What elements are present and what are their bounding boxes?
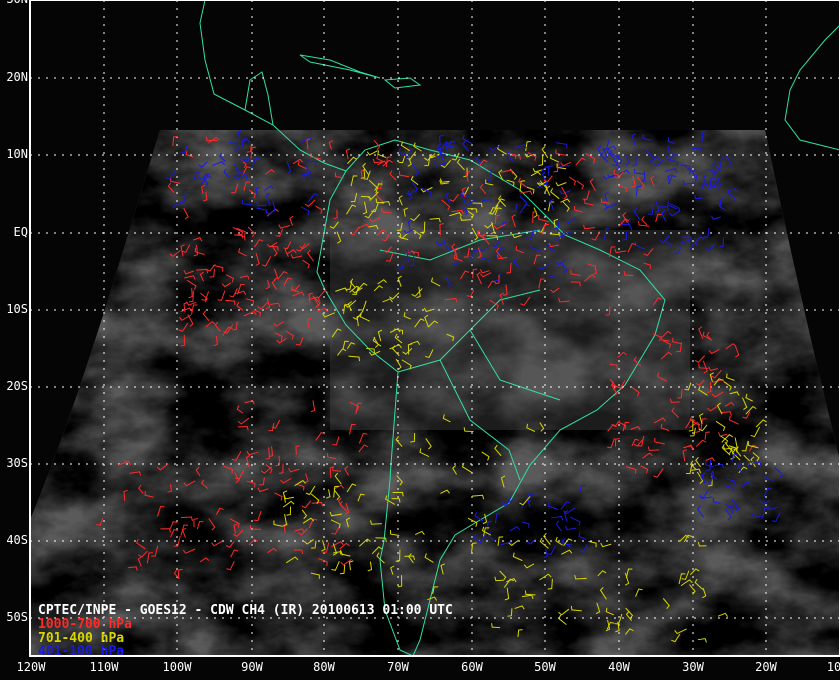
lat-label: 20S (6, 379, 28, 393)
lat-label: 20N (6, 70, 28, 84)
lon-label: 40W (608, 660, 630, 674)
lon-label: 110W (89, 660, 119, 674)
satellite-wind-map: 30N 20N 10N EQ 10S 20S 30S 40S 50S 120W 110W 100W 9… (0, 0, 840, 680)
coastline-cuba (299, 54, 381, 79)
coastline-africa (784, 24, 840, 151)
lat-label: EQ (13, 225, 28, 239)
legend-high-level: 401-100 hPa (38, 644, 125, 659)
lat-label: 10N (6, 147, 28, 161)
lon-label: 70W (387, 660, 409, 674)
lat-label: 50S (6, 610, 28, 624)
lon-label: 20W (755, 660, 777, 674)
satellite-image (30, 130, 840, 656)
lon-label: 90W (241, 660, 263, 674)
lon-label: 80W (313, 660, 335, 674)
lat-label: 10S (6, 302, 28, 316)
map-title: CPTEC/INPE - GOES12 - CDW CH4 (IR) 20100… (38, 603, 453, 618)
lon-label: 10 (826, 660, 840, 674)
legend-low-level: 1000-700 hPa (38, 617, 132, 632)
lon-label: 50W (534, 660, 556, 674)
map-canvas (29, 0, 840, 657)
lon-label: 100W (162, 660, 192, 674)
lon-label: 60W (461, 660, 483, 674)
coastline-hispaniola (383, 77, 422, 89)
lat-label: 40S (6, 533, 28, 547)
lat-label: 30S (6, 456, 28, 470)
lon-label: 120W (16, 660, 46, 674)
lat-label: 30N (2, 0, 28, 6)
lon-label: 30W (682, 660, 704, 674)
